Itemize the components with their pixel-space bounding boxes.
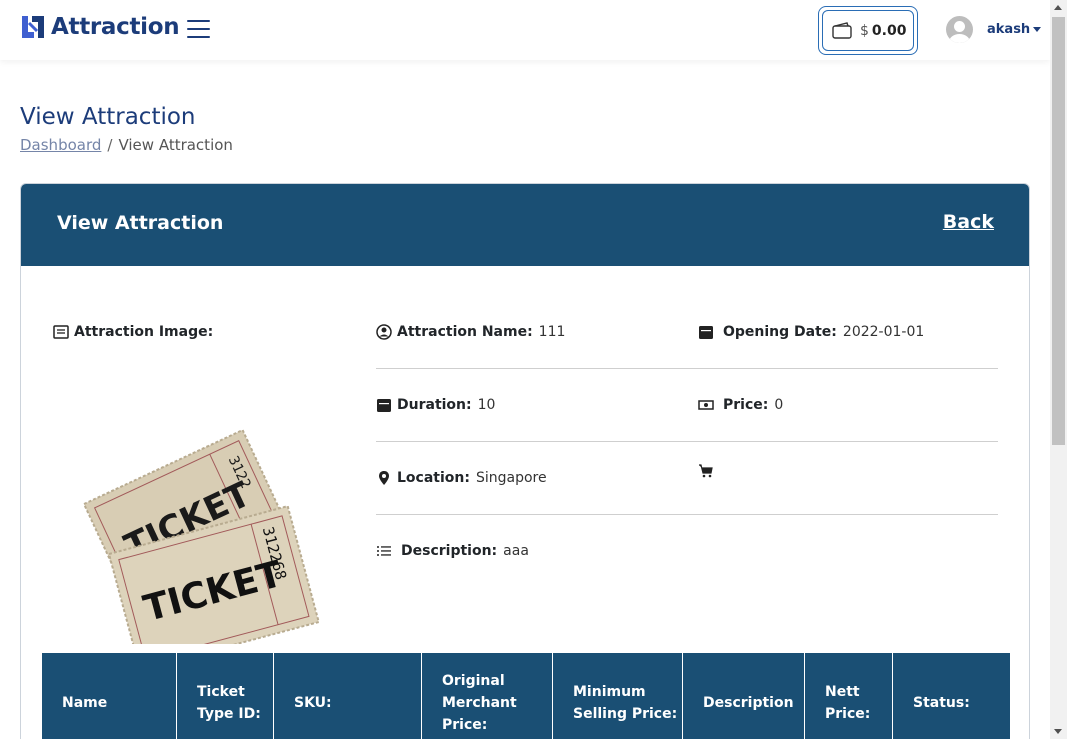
table-header-sku: SKU: [274,653,422,739]
calendar-icon [377,399,391,412]
breadcrumb-current: View Attraction [118,136,233,154]
location-value: Singapore [475,470,547,486]
wallet-currency: $ [860,22,869,39]
wallet-balance-button[interactable]: $ 0.00 [818,6,918,55]
divider [376,514,998,515]
divider [376,441,998,442]
calendar-icon [699,326,713,339]
cart-icon[interactable] [698,463,714,479]
attraction-name-label: Attraction Name: [397,324,533,340]
table-header-ticket-type-id: Ticket Type ID: [177,653,274,739]
table-header-original-merchant-price: Original Merchant Price: [422,653,553,739]
avatar [946,16,973,43]
attraction-image-label: Attraction Image: [74,324,214,340]
duration-label: Duration: [397,397,472,413]
table-header-status: Status: [893,653,1010,739]
chevron-down-icon [1033,27,1042,32]
cash-icon [698,400,714,410]
table-header-name: Name [42,653,177,739]
attraction-card: View Attraction Back Attraction Image: T… [20,183,1030,739]
username: akash [987,22,1031,37]
attraction-image-field: Attraction Image: [53,324,213,340]
scroll-up-arrow-icon[interactable] [1054,5,1062,10]
user-menu[interactable]: akash [946,16,1042,43]
user-circle-icon [376,324,392,340]
description-field: Description: aaa [376,543,529,559]
brand-logo-icon [22,16,44,38]
add-to-cart-field [698,463,719,479]
scroll-down-arrow-icon[interactable] [1054,729,1062,734]
opening-date-label: Opening Date: [723,324,837,340]
page-title: View Attraction [20,104,196,130]
table-header-minimum-selling-price: Minimum Selling Price: [553,653,683,739]
table-header-description: Description [683,653,805,739]
location-label: Location: [397,470,470,486]
price-field: Price: 0 [698,397,783,413]
map-pin-icon [379,471,389,485]
duration-field: Duration: 10 [376,397,495,413]
divider [376,368,998,369]
location-field: Location: Singapore [376,470,547,486]
brand-name: Attraction [51,14,180,40]
top-navbar: Attraction $ 0.00 akash [0,0,1050,60]
back-link[interactable]: Back [943,211,994,233]
breadcrumb-dashboard-link[interactable]: Dashboard [20,136,101,154]
opening-date-value: 2022-01-01 [842,324,925,340]
list-icon [377,546,391,556]
card-title: View Attraction [57,212,224,234]
attraction-name-value: 111 [538,324,566,340]
brand[interactable]: Attraction [20,14,180,40]
vertical-scrollbar[interactable] [1050,0,1067,739]
wallet-amount: 0.00 [871,22,907,39]
description-value: aaa [503,543,529,559]
description-label: Description: [401,543,498,559]
duration-value: 10 [477,397,496,413]
attraction-image: TICKET 3122 TICKET 312268 [82,428,320,644]
menu-toggle-icon[interactable] [187,20,210,40]
wallet-icon [832,22,852,39]
price-label: Price: [723,397,769,413]
price-value: 0 [774,397,784,413]
opening-date-field: Opening Date: 2022-01-01 [698,324,924,340]
card-header: View Attraction Back [21,184,1029,266]
breadcrumb-separator: / [107,136,113,154]
breadcrumb: Dashboard / View Attraction [20,136,233,154]
attraction-name-field: Attraction Name: 111 [376,324,565,340]
scroll-thumb[interactable] [1052,17,1065,445]
ticket-table-header: Name Ticket Type ID: SKU: Original Merch… [42,653,1010,739]
table-header-nett-price: Nett Price: [805,653,893,739]
card-text-icon [53,325,69,339]
